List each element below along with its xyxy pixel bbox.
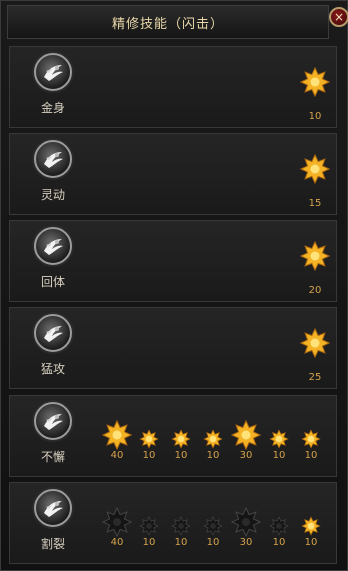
star-node[interactable]: 10 [198,507,228,551]
skill-name: 灵动 [40,188,65,202]
skill-name: 金身 [40,101,65,115]
skill-row: 回体 20 [9,220,337,302]
star-value: 10 [206,450,220,461]
skill-name: 不懈 [40,450,65,464]
star-node[interactable]: 20 [300,241,330,296]
skill-refine-panel: 精修技能（闪击） × 金身 10 灵动 15 回体 20 猛攻 25 不懈 40 10 10 10 30 1… [0,0,348,571]
star-value: 10 [304,537,318,548]
panel-title: 精修技能（闪击） [111,16,224,32]
dash-strike-icon[interactable] [34,314,72,352]
star-value: 30 [239,450,253,461]
skill-row: 金身 10 [9,46,337,128]
star-value: 10 [206,537,220,548]
dash-strike-icon[interactable] [34,227,72,265]
dash-strike-icon[interactable] [34,140,72,178]
star-value: 20 [308,285,322,296]
star-node[interactable]: 10 [134,420,164,464]
star-value: 10 [308,111,322,122]
star-node[interactable]: 10 [264,420,294,464]
star-value: 10 [142,450,156,461]
star-value: 10 [304,450,318,461]
skill-row: 不懈 40 10 10 10 30 10 10 [9,395,337,477]
close-icon[interactable]: × [334,11,344,23]
skill-row: 猛攻 25 [9,307,337,389]
dash-strike-icon[interactable] [34,402,72,440]
skill-name: 回体 [40,275,65,289]
star-value: 10 [272,450,286,461]
star-value: 25 [308,372,322,383]
star-value: 10 [272,537,286,548]
skill-name: 割裂 [40,537,65,551]
star-node[interactable]: 30 [231,507,261,551]
star-node[interactable]: 10 [264,507,294,551]
star-value: 10 [174,450,188,461]
dash-strike-icon[interactable] [34,489,72,527]
title-bar: 精修技能（闪击） [7,5,329,39]
star-node[interactable]: 30 [231,420,261,464]
star-value: 10 [142,537,156,548]
star-node[interactable]: 10 [166,420,196,464]
star-node[interactable]: 25 [300,328,330,383]
star-node[interactable]: 10 [166,507,196,551]
star-node[interactable]: 10 [134,507,164,551]
star-node[interactable]: 10 [198,420,228,464]
skill-row: 灵动 15 [9,133,337,215]
star-value: 40 [110,537,124,548]
star-node[interactable]: 10 [296,420,326,464]
star-node[interactable]: 10 [300,67,330,122]
star-value: 10 [174,537,188,548]
star-node[interactable]: 40 [102,507,132,551]
close-button[interactable]: × [329,7,348,27]
star-node[interactable]: 15 [300,154,330,209]
skill-name: 猛攻 [40,362,65,376]
star-value: 30 [239,537,253,548]
star-value: 40 [110,450,124,461]
star-node[interactable]: 40 [102,420,132,464]
star-value: 15 [308,198,322,209]
star-node[interactable]: 10 [296,507,326,551]
skill-row: 割裂 40 10 10 10 30 10 10 [9,482,337,564]
dash-strike-icon[interactable] [34,53,72,91]
